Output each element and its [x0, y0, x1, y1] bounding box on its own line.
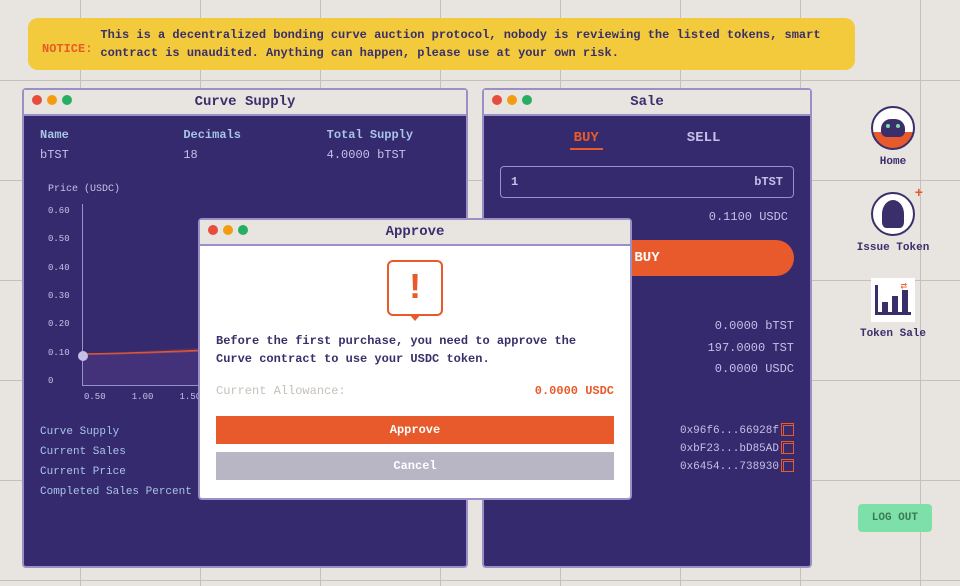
curve-supply-title: Curve Supply [195, 94, 296, 110]
maximize-icon[interactable] [238, 225, 248, 235]
chart-datapoint [78, 351, 88, 361]
chart-yaxis: 0.60 0.50 0.40 0.30 0.20 0.10 0 [48, 206, 70, 386]
stat-label: Current Price [40, 466, 126, 478]
total-supply-value: 4.0000 bTST [327, 148, 450, 162]
notice-label: NOTICE: [42, 26, 92, 62]
maximize-icon[interactable] [522, 95, 532, 105]
amount-value: 1 [511, 175, 518, 189]
buy-sell-tabs: BUY SELL [500, 128, 794, 150]
ytick: 0.60 [48, 206, 70, 216]
traffic-lights [32, 95, 72, 105]
tab-buy[interactable]: BUY [570, 128, 603, 150]
supply-col-name: Name bTST [40, 128, 163, 162]
nav-issue-token[interactable]: + Issue Token [848, 192, 938, 254]
copy-icon[interactable] [783, 461, 794, 472]
sale-title: Sale [630, 94, 664, 110]
modal-title-bar: Approve [200, 220, 630, 246]
xtick: 0.50 [84, 392, 106, 402]
ytick: 0.20 [48, 319, 70, 329]
ytick: 0.40 [48, 263, 70, 273]
modal-message: Before the first purchase, you need to a… [216, 332, 614, 368]
nav-token-sale[interactable]: ⇄ Token Sale [848, 278, 938, 340]
nav-home[interactable]: Home [848, 106, 938, 168]
ytick: 0 [48, 376, 70, 386]
warning-icon: ! [216, 260, 614, 316]
traffic-lights [492, 95, 532, 105]
notice-text: This is a decentralized bonding curve au… [100, 26, 841, 62]
nav-label: Issue Token [857, 242, 930, 254]
close-icon[interactable] [492, 95, 502, 105]
copy-icon[interactable] [783, 443, 794, 454]
approve-modal: Approve ! Before the first purchase, you… [198, 218, 632, 500]
logout-button[interactable]: LOG OUT [858, 504, 932, 532]
close-icon[interactable] [32, 95, 42, 105]
decimals-label: Decimals [183, 128, 306, 142]
notice-banner: NOTICE: This is a decentralized bonding … [28, 18, 855, 70]
allowance-value: 0.0000 USDC [535, 384, 614, 398]
supply-col-total: Total Supply 4.0000 bTST [327, 128, 450, 162]
supply-col-decimals: Decimals 18 [183, 128, 306, 162]
ytick: 0.50 [48, 234, 70, 244]
decimals-value: 18 [183, 148, 306, 162]
issue-token-icon: + [871, 192, 915, 236]
close-icon[interactable] [208, 225, 218, 235]
stat-label: Curve Supply [40, 426, 119, 438]
allowance-label: Current Allowance: [216, 384, 346, 398]
sale-title-bar: Sale [484, 90, 810, 116]
chart-ylabel: Price (USDC) [48, 184, 120, 195]
tab-sell[interactable]: SELL [683, 128, 725, 150]
stat-label: Current Sales [40, 446, 126, 458]
info-value: 0x96f6...66928f [680, 425, 779, 437]
allowance-row: Current Allowance: 0.0000 USDC [216, 384, 614, 398]
ytick: 0.30 [48, 291, 70, 301]
name-value: bTST [40, 148, 163, 162]
approve-button[interactable]: Approve [216, 416, 614, 444]
xtick: 1.00 [132, 392, 154, 402]
name-label: Name [40, 128, 163, 142]
sidebar-nav: Home + Issue Token ⇄ Token Sale [848, 106, 938, 364]
stat-label: Completed Sales Percent [40, 486, 192, 498]
token-sale-icon: ⇄ [871, 278, 915, 322]
ytick: 0.10 [48, 348, 70, 358]
amount-unit: bTST [754, 175, 783, 189]
info-value: 0xbF23...bD85AD [680, 443, 779, 455]
home-icon [871, 106, 915, 150]
curve-supply-title-bar: Curve Supply [24, 90, 466, 116]
minimize-icon[interactable] [47, 95, 57, 105]
maximize-icon[interactable] [62, 95, 72, 105]
modal-title: Approve [386, 224, 445, 240]
info-value: 0x6454...738930 [680, 461, 779, 473]
nav-label: Home [880, 156, 906, 168]
cancel-button[interactable]: Cancel [216, 452, 614, 480]
traffic-lights [208, 225, 248, 235]
nav-label: Token Sale [860, 328, 926, 340]
minimize-icon[interactable] [507, 95, 517, 105]
amount-input[interactable]: 1 bTST [500, 166, 794, 198]
total-supply-label: Total Supply [327, 128, 450, 142]
minimize-icon[interactable] [223, 225, 233, 235]
copy-icon[interactable] [783, 425, 794, 436]
